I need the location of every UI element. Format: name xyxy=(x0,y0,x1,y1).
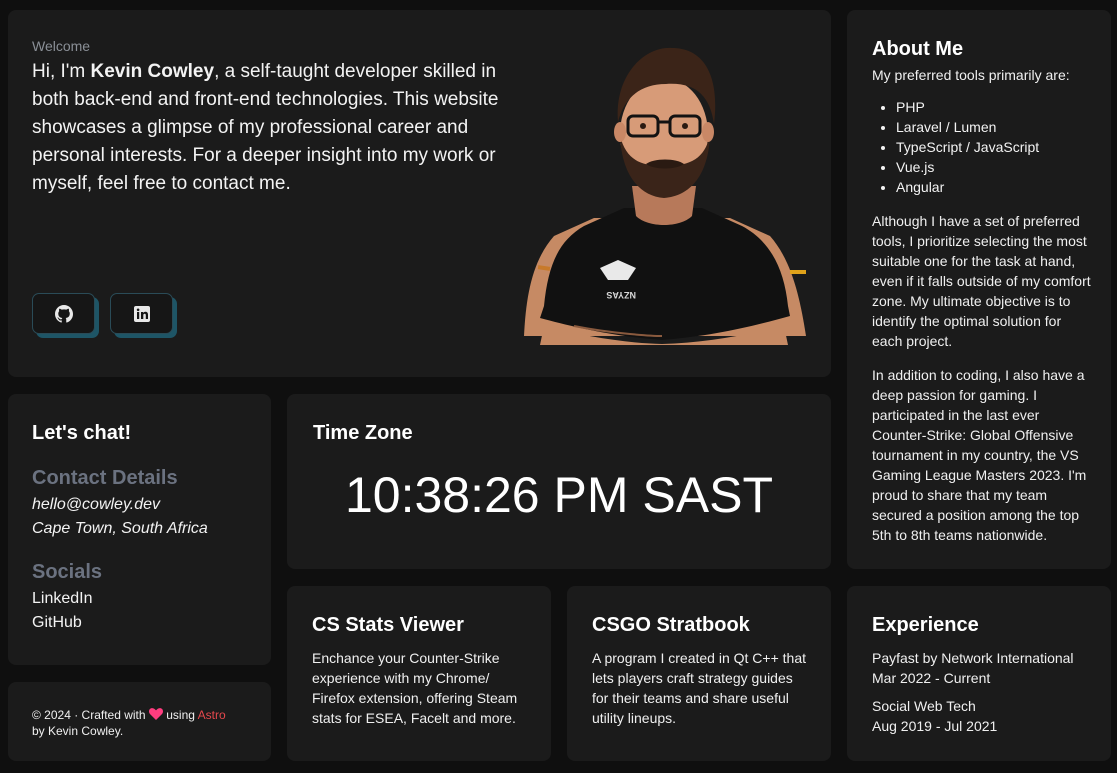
svg-text:NZYAS: NZYAS xyxy=(606,290,636,300)
project-card-csgo-stratbook[interactable]: CSGO Stratbook A program I created in Qt… xyxy=(567,586,831,761)
about-lead: My preferred tools primarily are: xyxy=(872,67,1070,83)
timezone-title: Time Zone xyxy=(313,422,413,444)
project-description: A program I created in Qt C++ that lets … xyxy=(592,650,806,726)
experience-card: Experience Payfast by Network Internatio… xyxy=(847,586,1111,761)
linkedin-link[interactable]: LinkedIn xyxy=(32,590,93,608)
github-link[interactable]: GitHub xyxy=(32,614,82,632)
footer-text: © 2024 · Crafted with using Astro by Kev… xyxy=(32,707,226,739)
clock-display: 10:38:26 PM SAST xyxy=(344,467,773,523)
heart-icon xyxy=(148,708,163,720)
location-text: Cape Town, South Africa xyxy=(32,520,208,537)
about-paragraph-gaming: In addition to coding, I also have a dee… xyxy=(872,367,1087,543)
contact-details-heading: Contact Details xyxy=(32,467,178,489)
astro-link[interactable]: Astro xyxy=(198,708,226,722)
project-title: CSGO Stratbook xyxy=(592,614,750,636)
list-item: TypeScript / JavaScript xyxy=(896,137,1039,157)
footer-prefix: © 2024 · Crafted with xyxy=(32,708,146,722)
avatar: NZYAS xyxy=(524,47,806,345)
author-name: Kevin Cowley xyxy=(90,61,215,82)
experience-period: Aug 2019 - Jul 2021 xyxy=(872,718,998,734)
experience-period: Mar 2022 - Current xyxy=(872,670,991,686)
experience-title: Experience xyxy=(872,614,979,636)
socials-heading: Socials xyxy=(32,561,103,583)
about-paragraph-tools: Although I have a set of preferred tools… xyxy=(872,213,1091,349)
intro-text: Hi, I'm Kevin Cowley, a self-taught deve… xyxy=(32,58,512,198)
linkedin-icon xyxy=(133,305,150,322)
hero-card: Welcome Hi, I'm Kevin Cowley, a self-tau… xyxy=(8,10,831,377)
welcome-label: Welcome xyxy=(32,38,91,54)
project-card-cs-stats-viewer[interactable]: CS Stats Viewer Enchance your Counter-St… xyxy=(287,586,551,761)
contact-card: Let's chat! Contact Details hello@cowley… xyxy=(8,394,271,665)
footer-card: © 2024 · Crafted with using Astro by Kev… xyxy=(8,682,271,761)
about-title: About Me xyxy=(872,38,964,60)
project-title: CS Stats Viewer xyxy=(312,614,464,636)
github-button[interactable] xyxy=(32,293,95,334)
experience-company: Social Web Tech xyxy=(872,698,976,714)
tools-list: PHP Laravel / Lumen TypeScript / JavaScr… xyxy=(896,97,1039,197)
footer-byline: by Kevin Cowley. xyxy=(32,724,124,738)
experience-item: Social Web Tech Aug 2019 - Jul 2021 xyxy=(872,696,997,736)
github-icon xyxy=(54,304,73,323)
experience-item: Payfast by Network International Mar 202… xyxy=(872,648,1074,688)
experience-company: Payfast by Network International xyxy=(872,650,1074,666)
chat-title: Let's chat! xyxy=(32,422,132,444)
project-description: Enchance your Counter-Strike experience … xyxy=(312,650,518,726)
about-card: About Me My preferred tools primarily ar… xyxy=(847,10,1111,569)
list-item: Laravel / Lumen xyxy=(896,117,1039,137)
list-item: Angular xyxy=(896,177,1039,197)
footer-using: using xyxy=(166,708,195,722)
intro-prefix: Hi, I'm xyxy=(32,61,91,82)
list-item: PHP xyxy=(896,97,1039,117)
linkedin-button[interactable] xyxy=(110,293,173,334)
list-item: Vue.js xyxy=(896,157,1039,177)
email-link[interactable]: hello@cowley.dev xyxy=(32,496,160,514)
timezone-card: Time Zone 10:38:26 PM SAST xyxy=(287,394,831,569)
